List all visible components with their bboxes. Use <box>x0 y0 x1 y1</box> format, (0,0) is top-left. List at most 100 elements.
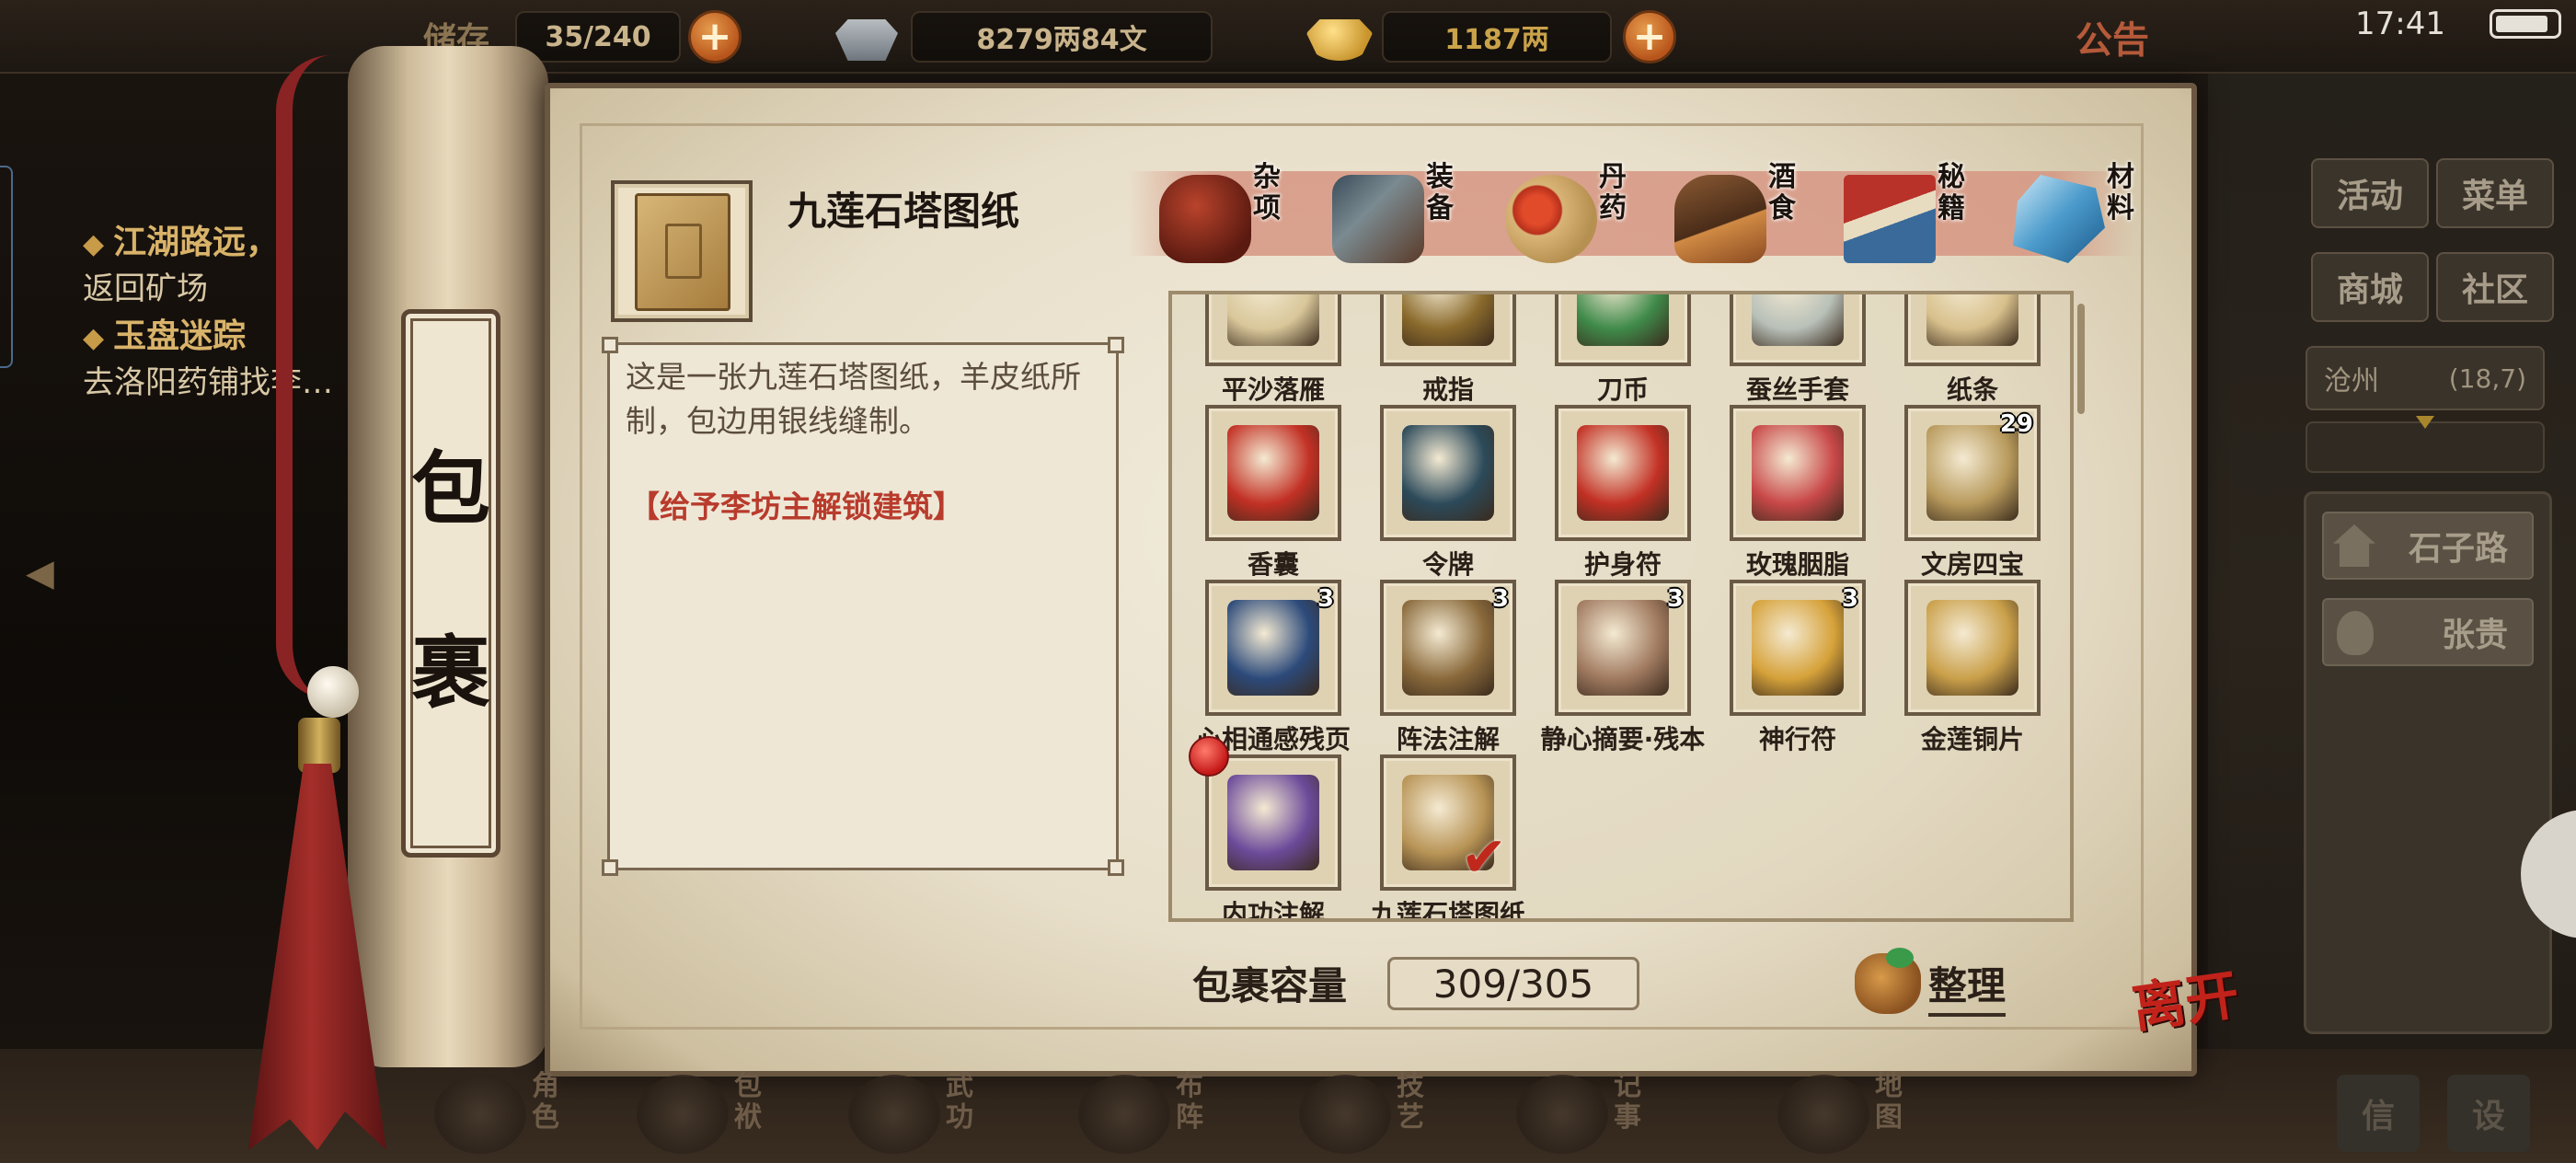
inventory-slot[interactable] <box>1730 294 1866 366</box>
add-storage-button[interactable]: + <box>688 10 742 63</box>
tassel-bead <box>307 666 359 718</box>
amulet-icon <box>1577 425 1669 521</box>
inventory-slot[interactable] <box>1555 294 1691 366</box>
community-button[interactable]: 社区 <box>2436 252 2554 322</box>
inventory-slot[interactable] <box>1205 294 1341 366</box>
inventory-slot[interactable] <box>1380 405 1516 541</box>
pills-icon <box>1505 175 1597 263</box>
nav-label: 武功 <box>946 1070 973 1134</box>
notice-button[interactable]: 公告 <box>2066 13 2158 62</box>
mail-button[interactable]: 信 <box>2337 1075 2420 1152</box>
tab-materials[interactable]: 材料 <box>1995 156 2149 272</box>
books-icon <box>848 1075 940 1154</box>
item-label: 九莲石塔图纸 <box>1370 899 1525 922</box>
tab-label: 材料 <box>2107 161 2134 225</box>
scroll-icon <box>1227 294 1319 346</box>
quest-2-title: 玉盘迷踪 <box>113 317 247 355</box>
lotus-icon <box>1926 600 2018 696</box>
item-description: 这是一张九莲石塔图纸，羊皮纸所制，包边用银线缝制。 <box>626 359 1081 439</box>
nav-map[interactable]: 地图 <box>1766 1067 1950 1159</box>
side-handle[interactable] <box>0 166 13 368</box>
tab-medicine[interactable]: 丹药 <box>1487 156 1641 272</box>
cauldron-icon <box>1299 1075 1391 1154</box>
rouge-icon <box>1752 425 1844 521</box>
npc-shizilu[interactable]: 石子路 <box>2322 512 2534 580</box>
inventory-slot[interactable] <box>1380 294 1516 366</box>
inventory-slot[interactable]: 29 <box>1904 405 2041 541</box>
inventory-grid-content: 平沙落雁 戒指 刀币 蚕丝手套 纸条 香囊 令牌 护身符 玫瑰胭脂 29 文房四宝 3 心相通感残页 3 阵… <box>1172 294 2070 922</box>
tab-misc[interactable]: 杂项 <box>1141 156 1295 272</box>
item-label: 内功注解 <box>1221 899 1325 922</box>
diamond-icon: ◆ <box>83 322 105 354</box>
tab-manuals[interactable]: 秘籍 <box>1825 156 1980 272</box>
collapse-arrow-icon[interactable]: ◀ <box>26 552 72 607</box>
manual-icon <box>1227 600 1319 696</box>
inventory-slot[interactable] <box>1555 405 1691 541</box>
nav-martial[interactable]: 武功 <box>837 1067 1021 1159</box>
selected-item-preview <box>611 180 753 322</box>
sort-button[interactable]: 整理 <box>1849 948 2033 1018</box>
inventory-slot[interactable] <box>1904 294 2041 366</box>
item-label: 纸条 <box>1946 374 1998 405</box>
inventory-slot[interactable]: ✔ <box>1380 754 1516 891</box>
inventory-slot[interactable] <box>1205 405 1341 541</box>
minimap-bar[interactable] <box>2306 416 2545 473</box>
nav-label: 地图 <box>1875 1070 1903 1134</box>
books-icon <box>1844 175 1936 263</box>
grid-scrollbar[interactable] <box>2077 304 2085 414</box>
inventory-slot[interactable]: 3 <box>1730 580 1866 716</box>
checkmark-icon: ✔ <box>1460 825 1507 890</box>
talisman-icon <box>1752 600 1844 696</box>
nav-journal[interactable]: 记事 <box>1505 1067 1689 1159</box>
silver-amount: 8279两84文 <box>911 11 1213 63</box>
shop-button[interactable]: 商城 <box>2311 252 2429 322</box>
location-display[interactable]: 沧州 (18,7) <box>2306 346 2545 410</box>
nav-formation[interactable]: 布阵 <box>1067 1067 1251 1159</box>
jar-icon <box>1159 175 1251 263</box>
crystal-icon <box>2013 175 2105 263</box>
item-label: 神行符 <box>1758 724 1836 754</box>
inventory-grid: 平沙落雁 戒指 刀币 蚕丝手套 纸条 香囊 令牌 护身符 玫瑰胭脂 29 文房四宝 3 心相通感残页 3 阵… <box>1168 291 2074 922</box>
activity-button[interactable]: 活动 <box>2311 158 2429 228</box>
inventory-slot[interactable]: 3 <box>1555 580 1691 716</box>
item-count-badge: 29 <box>1999 410 2033 438</box>
item-label: 护身符 <box>1583 549 1662 580</box>
tab-label: 装备 <box>1426 161 1454 225</box>
person-icon <box>2337 611 2374 655</box>
nav-label: 布阵 <box>1176 1070 1203 1134</box>
tab-equipment[interactable]: 装备 <box>1314 156 1468 272</box>
item-label: 平沙落雁 <box>1221 374 1325 405</box>
item-label: 文房四宝 <box>1920 549 2024 580</box>
scroll-title-char-1: 包 <box>411 443 490 535</box>
diamond-icon: ◆ <box>83 228 105 260</box>
item-count-badge: 3 <box>1317 585 1334 613</box>
settings-button[interactable]: 设 <box>2447 1075 2530 1152</box>
nav-character[interactable]: 角色 <box>423 1067 607 1159</box>
add-gold-button[interactable]: + <box>1623 10 1676 63</box>
inventory-slot[interactable]: 3 <box>1205 580 1341 716</box>
nav-label: 记事 <box>1614 1070 1641 1134</box>
token-icon <box>1402 425 1494 521</box>
tab-food[interactable]: 酒食 <box>1656 156 1811 272</box>
item-count-badge: 3 <box>1841 585 1858 613</box>
blueprint-icon <box>635 193 730 311</box>
inventory-slot[interactable] <box>1904 580 2041 716</box>
menu-button[interactable]: 菜单 <box>2436 158 2554 228</box>
location-name: 沧州 <box>2324 365 2379 397</box>
tab-label: 丹药 <box>1599 161 1627 225</box>
inventory-slot[interactable]: 3 <box>1380 580 1516 716</box>
item-label: 金莲铜片 <box>1920 724 2024 754</box>
nav-bag[interactable]: 包袱 <box>626 1067 810 1159</box>
battery-icon <box>2490 9 2561 39</box>
tab-label: 酒食 <box>1768 161 1796 225</box>
item-count-badge: 3 <box>1666 585 1684 613</box>
nav-skills[interactable]: 技艺 <box>1288 1067 1472 1159</box>
item-action-link[interactable]: 【给予李坊主解锁建筑】 <box>629 482 1108 526</box>
leave-button[interactable]: 离开 <box>2128 963 2254 1093</box>
quest-2[interactable]: ◆ 玉盘迷踪 去洛阳药铺找李… <box>83 309 377 402</box>
nav-label: 包袱 <box>734 1070 762 1134</box>
npc-zhanggui[interactable]: 张贵 <box>2322 598 2534 666</box>
inventory-slot[interactable] <box>1730 405 1866 541</box>
inventory-slot[interactable] <box>1205 754 1341 891</box>
location-coord: (18,7) <box>2448 363 2526 394</box>
